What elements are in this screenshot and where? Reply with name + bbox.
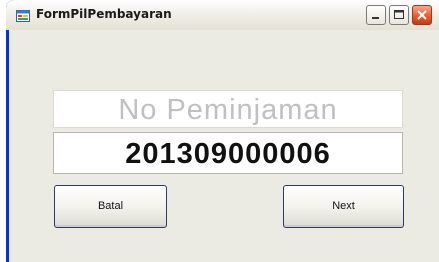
batal-button[interactable]: Batal <box>54 185 167 228</box>
minimize-icon <box>372 17 379 19</box>
window-title: FormPilPembayaran <box>36 7 172 21</box>
close-button[interactable] <box>412 5 432 25</box>
next-button[interactable]: Next <box>283 185 404 228</box>
no-peminjaman-label: No Peminjaman <box>53 90 403 128</box>
title-bar[interactable]: FormPilPembayaran <box>6 0 439 30</box>
no-peminjaman-value[interactable]: 201309000006 <box>53 132 403 174</box>
form-app-icon <box>16 8 30 22</box>
form-window: FormPilPembayaran No Peminjaman 20130900… <box>6 0 439 262</box>
maximize-button[interactable] <box>389 5 409 25</box>
close-icon <box>417 10 427 20</box>
form-client-area: No Peminjaman 201309000006 Batal Next <box>9 30 439 262</box>
minimize-button[interactable] <box>366 5 386 25</box>
maximize-icon <box>394 10 404 19</box>
